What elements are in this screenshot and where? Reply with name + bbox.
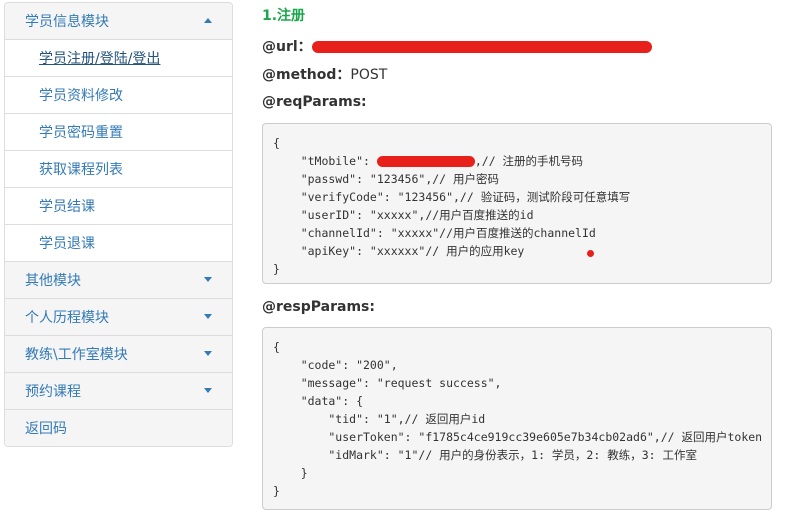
- nav-item-course-list[interactable]: 获取课程列表: [5, 151, 232, 188]
- code-line: }: [273, 262, 280, 276]
- nav-item-label: 学员退课: [39, 236, 95, 252]
- req-params-label: @reqParams:: [262, 94, 367, 110]
- method-field: @method：POST: [262, 64, 387, 84]
- nav-group-label: 其他模块: [25, 273, 81, 289]
- nav-item-register-login-logout[interactable]: 学员注册/登陆/登出: [5, 40, 232, 77]
- code-line: "userToken": "f1785c4ce919cc39e605e7b34c…: [273, 430, 763, 444]
- nav-item-drop-course[interactable]: 学员退课: [5, 225, 232, 262]
- code-line: "userID": "xxxxx",//用户百度推送的id: [273, 208, 534, 222]
- code-line-comment: ,// 注册的手机号码: [474, 154, 584, 168]
- code-line: "code": "200",: [273, 358, 398, 372]
- nav-group-return-codes[interactable]: 返回码: [5, 410, 232, 446]
- req-params-code: { "tMobile": ,// 注册的手机号码 "passwd": "1234…: [262, 123, 772, 284]
- nav-item-password-reset[interactable]: 学员密码重置: [5, 114, 232, 151]
- method-value: POST: [350, 67, 388, 83]
- method-label: @method：: [262, 67, 351, 83]
- caret-down-icon: [204, 314, 212, 319]
- resp-params-label: @respParams:: [262, 299, 375, 315]
- red-dot-mark: [587, 250, 594, 257]
- code-line: "verifyCode": "123456",// 验证码，测试阶段可任意填写: [273, 190, 631, 204]
- nav-group-label: 个人历程模块: [25, 310, 109, 326]
- url-field: @url：: [262, 36, 652, 56]
- caret-up-icon: [204, 18, 212, 23]
- redaction-mark: [311, 41, 652, 53]
- nav-sublist: 学员注册/登陆/登出 学员资料修改 学员密码重置 获取课程列表 学员结课 学员退…: [5, 40, 232, 262]
- code-line: "data": {: [273, 394, 364, 408]
- nav-group-label: 学员信息模块: [25, 14, 109, 30]
- resp-params-code: { "code": "200", "message": "request suc…: [262, 327, 772, 510]
- nav-group-personal-history[interactable]: 个人历程模块: [5, 299, 232, 336]
- nav-group-booking[interactable]: 预约课程: [5, 373, 232, 410]
- nav-item-profile-edit[interactable]: 学员资料修改: [5, 77, 232, 114]
- code-line: "idMark": "1"// 用户的身份表示，1: 学员，2: 教练，3: 工…: [273, 448, 697, 462]
- code-line: }: [273, 484, 280, 498]
- code-line: "apiKey": "xxxxxx"// 用户的应用key: [273, 244, 525, 258]
- nav-group-coach-studio[interactable]: 教练\工作室模块: [5, 336, 232, 373]
- code-line: }: [273, 466, 308, 480]
- nav-group-label: 返回码: [25, 421, 67, 437]
- nav-group-student-info[interactable]: 学员信息模块: [5, 3, 232, 40]
- req-params-label-text: @reqParams:: [262, 94, 367, 110]
- nav-group-other[interactable]: 其他模块: [5, 262, 232, 299]
- code-line: "tid": "1",// 返回用户id: [273, 412, 486, 426]
- caret-down-icon: [204, 388, 212, 393]
- redaction-mark: [376, 156, 475, 167]
- url-label: @url：: [262, 39, 312, 55]
- nav-item-label: 获取课程列表: [39, 162, 123, 178]
- code-line: "tMobile":: [273, 154, 377, 168]
- code-line: "channelId": "xxxxx"//用户百度推送的channelId: [273, 226, 596, 240]
- caret-down-icon: [204, 351, 212, 356]
- section-title: 1.注册: [262, 8, 306, 24]
- nav-item-finish-course[interactable]: 学员结课: [5, 188, 232, 225]
- sidebar-nav: 学员信息模块 学员注册/登陆/登出 学员资料修改 学员密码重置 获取课程列表 学…: [4, 2, 233, 447]
- code-line: {: [273, 136, 280, 150]
- code-line: "passwd": "123456",// 用户密码: [273, 172, 500, 186]
- code-line: "message": "request success",: [273, 376, 502, 390]
- code-line: {: [273, 340, 280, 354]
- nav-group-label: 预约课程: [25, 384, 81, 400]
- nav-group-label: 教练\工作室模块: [25, 347, 128, 363]
- nav-item-label: 学员结课: [39, 199, 95, 215]
- caret-down-icon: [204, 277, 212, 282]
- nav-item-label: 学员资料修改: [39, 88, 123, 104]
- nav-item-label: 学员密码重置: [39, 125, 123, 141]
- resp-params-label-text: @respParams:: [262, 299, 375, 315]
- nav-item-label: 学员注册/登陆/登出: [39, 51, 161, 67]
